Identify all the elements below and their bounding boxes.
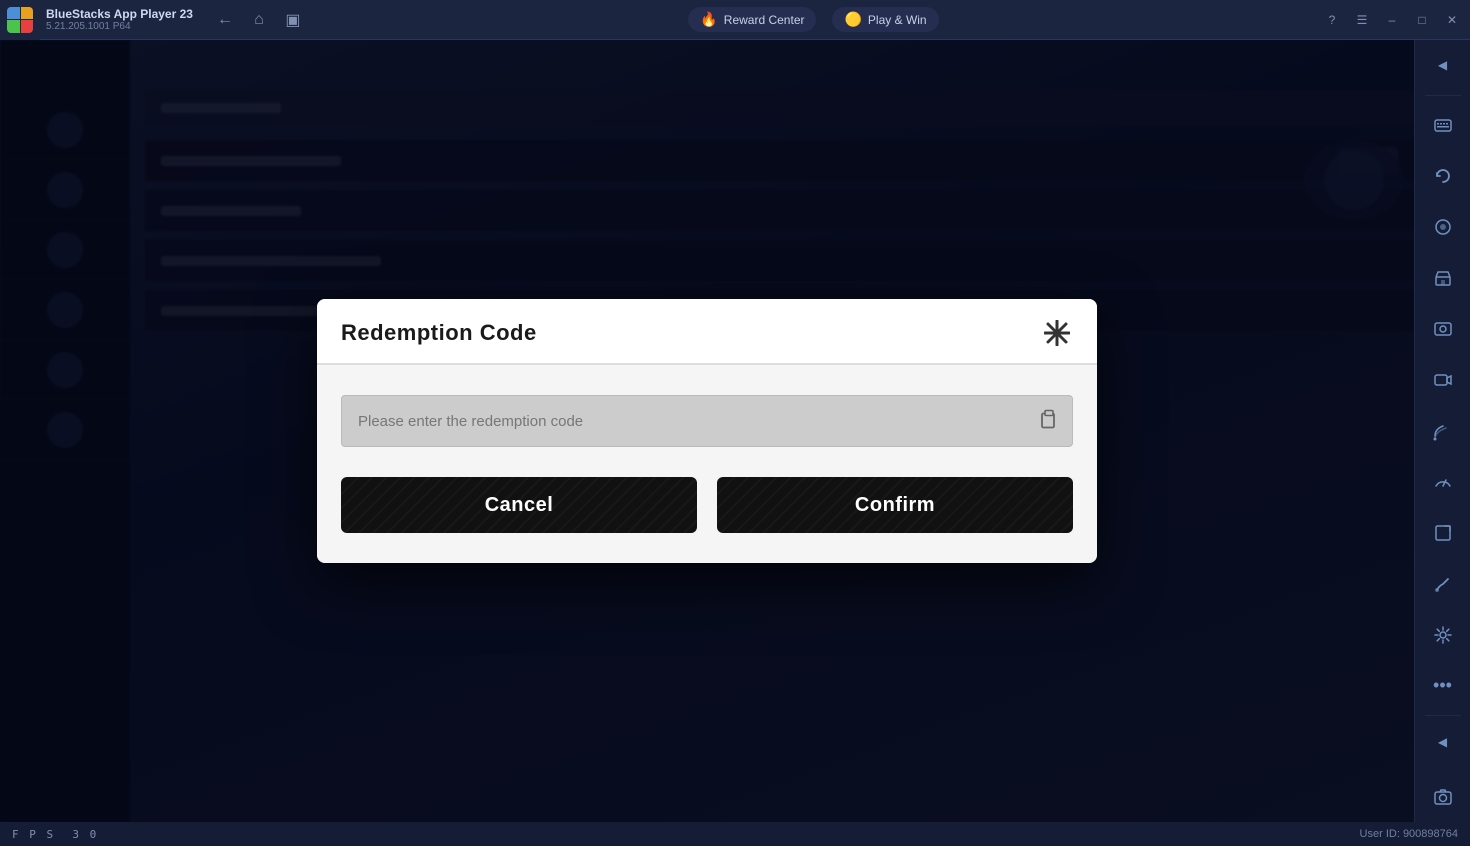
reward-center-badge[interactable]: 🔥 Reward Center bbox=[688, 7, 816, 32]
screenshot-icon bbox=[1433, 319, 1453, 339]
keyboard-icon bbox=[1433, 115, 1453, 135]
titlebar-nav: ← ⌂ ▣ bbox=[209, 4, 309, 36]
cast-icon bbox=[1433, 421, 1453, 441]
store-icon bbox=[1433, 268, 1453, 288]
camera-icon bbox=[1433, 787, 1453, 807]
confirm-label: Confirm bbox=[855, 494, 935, 516]
sidebar-icon-record[interactable] bbox=[1421, 359, 1465, 402]
back-button[interactable]: ← bbox=[209, 4, 241, 36]
dialog-buttons: Cancel Confirm bbox=[341, 477, 1073, 533]
clipboard-icon bbox=[1039, 409, 1059, 429]
right-sidebar: ◀ bbox=[1414, 40, 1470, 822]
sidebar-divider-1 bbox=[1425, 95, 1461, 96]
confirm-button[interactable]: Confirm bbox=[717, 477, 1073, 533]
rotate-icon bbox=[1433, 166, 1453, 186]
fps-label: F P S bbox=[12, 828, 55, 841]
help-button[interactable]: ? bbox=[1318, 6, 1346, 34]
sidebar-icon-rotate[interactable] bbox=[1421, 155, 1465, 198]
maximize-button[interactable]: □ bbox=[1408, 6, 1436, 34]
resize-icon bbox=[1433, 523, 1453, 543]
fps-display: F P S 3 0 bbox=[12, 828, 98, 841]
dialog-close-button[interactable] bbox=[1041, 317, 1073, 349]
sidebar-icon-resize[interactable] bbox=[1421, 511, 1465, 554]
multi-instance-button[interactable]: ▣ bbox=[277, 4, 309, 36]
sidebar-collapse-button[interactable]: ◀ bbox=[1421, 720, 1465, 763]
volume-icon bbox=[1433, 217, 1453, 237]
close-button[interactable]: ✕ bbox=[1438, 6, 1466, 34]
fire-icon: 🔥 bbox=[700, 11, 717, 28]
home-button[interactable]: ⌂ bbox=[243, 4, 275, 36]
user-id: User ID: 900898764 bbox=[1360, 828, 1458, 840]
sidebar-camera-button[interactable] bbox=[1421, 775, 1465, 818]
sidebar-icon-more[interactable]: ••• bbox=[1421, 664, 1465, 707]
cancel-button[interactable]: Cancel bbox=[341, 477, 697, 533]
cancel-label: Cancel bbox=[485, 494, 554, 516]
titlebar-controls: ? ☰ – □ ✕ bbox=[1318, 6, 1466, 34]
play-win-label: Play & Win bbox=[868, 13, 927, 27]
app-logo bbox=[0, 0, 40, 40]
dialog-header: Redemption Code bbox=[317, 299, 1097, 365]
brush-icon bbox=[1433, 574, 1453, 594]
speed-icon bbox=[1433, 472, 1453, 492]
sidebar-icon-store[interactable] bbox=[1421, 257, 1465, 300]
record-icon bbox=[1433, 370, 1453, 390]
app-name: BlueStacks App Player 23 bbox=[46, 7, 193, 21]
reward-center-label: Reward Center bbox=[724, 13, 805, 27]
code-input-wrapper bbox=[341, 395, 1073, 447]
coin-icon: 🟡 bbox=[844, 11, 861, 28]
redemption-dialog: Redemption Code bbox=[317, 299, 1097, 563]
dialog-title: Redemption Code bbox=[341, 320, 537, 346]
paste-icon[interactable] bbox=[1039, 409, 1059, 434]
fps-value: 3 0 bbox=[72, 828, 98, 841]
redemption-code-input[interactable] bbox=[341, 395, 1073, 447]
sidebar-divider-2 bbox=[1425, 715, 1461, 716]
sidebar-icon-volume[interactable] bbox=[1421, 206, 1465, 249]
app-version: 5.21.205.1001 P64 bbox=[46, 21, 193, 32]
sidebar-expand-button[interactable]: ◀ bbox=[1421, 44, 1465, 87]
sidebar-icon-cast[interactable] bbox=[1421, 410, 1465, 453]
sidebar-icon-brush[interactable] bbox=[1421, 562, 1465, 605]
close-x-icon bbox=[1044, 320, 1070, 346]
titlebar-center: 🔥 Reward Center 🟡 Play & Win bbox=[309, 7, 1318, 32]
sidebar-icon-keyboard[interactable] bbox=[1421, 104, 1465, 147]
dialog-body: Cancel Confirm bbox=[317, 365, 1097, 563]
main-content: Redemption Code bbox=[0, 40, 1414, 822]
statusbar: F P S 3 0 User ID: 900898764 bbox=[0, 822, 1470, 846]
minimize-button[interactable]: – bbox=[1378, 6, 1406, 34]
settings-icon bbox=[1433, 625, 1453, 645]
app-info: BlueStacks App Player 23 5.21.205.1001 P… bbox=[46, 7, 193, 32]
play-win-badge[interactable]: 🟡 Play & Win bbox=[832, 7, 938, 32]
menu-button[interactable]: ☰ bbox=[1348, 6, 1376, 34]
sidebar-icon-screenshot[interactable] bbox=[1421, 308, 1465, 351]
sidebar-icon-speed[interactable] bbox=[1421, 460, 1465, 503]
titlebar: BlueStacks App Player 23 5.21.205.1001 P… bbox=[0, 0, 1470, 40]
sidebar-icon-gear[interactable] bbox=[1421, 613, 1465, 656]
